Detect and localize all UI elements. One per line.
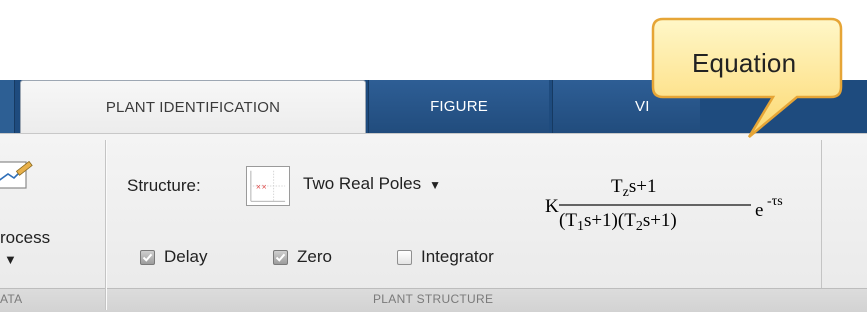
svg-text:Tzs+1: Tzs+1 [611, 176, 656, 200]
equation-gain: K [545, 196, 559, 217]
equation-numerator: T [611, 176, 623, 197]
tab-plant-identification[interactable]: PLANT IDENTIFICATION [20, 80, 366, 134]
data-section-label: ATA [0, 292, 23, 306]
chevron-down-icon[interactable]: ▼ [4, 252, 17, 267]
section-divider [105, 140, 106, 310]
checkbox-icon[interactable] [273, 249, 288, 265]
equation-exp-base: e [755, 200, 763, 221]
pole-zero-plot-icon[interactable]: × × [246, 166, 290, 206]
transfer-function-equation: K Tzs+1 (T1s+1)(T2s+1) e -τs [545, 176, 783, 234]
section-divider-right [821, 140, 822, 288]
page-background [0, 312, 867, 321]
equation-den-b-sub: 2 [636, 219, 643, 234]
delay-label: Delay [164, 247, 208, 266]
structure-dropdown[interactable]: Two Real Poles ▼ [303, 174, 441, 194]
plant-structure-section-label: PLANT STRUCTURE [373, 292, 494, 306]
equation-exp-power: -τs [767, 194, 783, 209]
callout-label: Equation [692, 48, 797, 78]
delay-checkbox[interactable]: Delay [140, 247, 207, 267]
chevron-down-icon: ▼ [429, 178, 442, 192]
tab-scroll-left[interactable] [0, 80, 15, 133]
zero-label: Zero [297, 247, 332, 266]
integrator-checkbox[interactable]: Integrator [397, 247, 494, 267]
structure-value: Two Real Poles [303, 174, 422, 193]
checkbox-icon[interactable] [397, 249, 412, 265]
svg-text:(T1s+1)(T2s+1): (T1s+1)(T2s+1) [559, 210, 677, 234]
equation-den-b-rest: s+1) [643, 210, 677, 231]
equation-den-a: (T [559, 210, 577, 231]
equation-numerator-rest: s+1 [629, 176, 657, 197]
equation-den-a-rest: s+1)(T [584, 210, 636, 231]
equation-den-a-sub: 1 [577, 219, 584, 234]
preprocess-button-label[interactable]: rocess [0, 228, 50, 248]
svg-text:×: × [261, 183, 267, 191]
structure-label: Structure: [127, 176, 201, 195]
integrator-label: Integrator [421, 247, 494, 266]
zero-checkbox[interactable]: Zero [273, 247, 332, 267]
svg-text:×: × [256, 183, 262, 191]
checkbox-icon[interactable] [140, 249, 155, 265]
preprocess-icon[interactable] [0, 160, 34, 190]
tab-figure[interactable]: FIGURE [368, 80, 549, 133]
